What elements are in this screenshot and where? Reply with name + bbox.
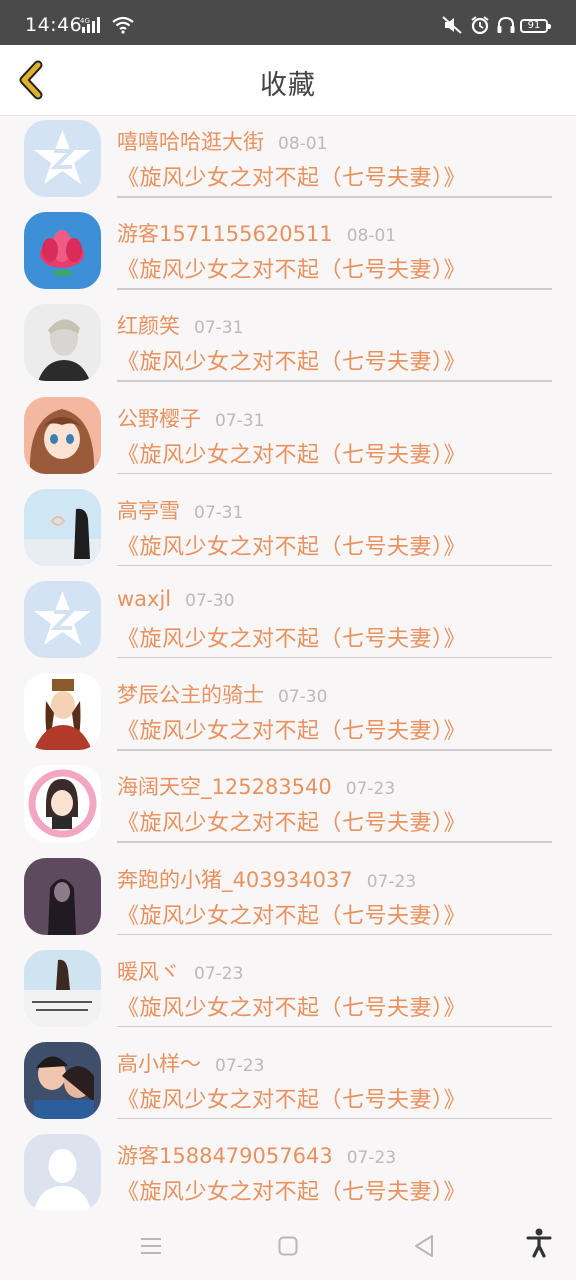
item-date: 07-31 xyxy=(215,410,265,431)
avatar-qq-default xyxy=(24,580,101,658)
book-title: 《旋风少女之对不起（七号夫妻）》 xyxy=(117,811,467,837)
divider xyxy=(117,933,552,935)
list-item[interactable]: 高亭雪 07-31 《旋风少女之对不起（七号夫妻）》 xyxy=(0,485,576,577)
user-name: 公野樱子 07-31 xyxy=(117,406,265,431)
item-date: 07-23 xyxy=(346,1148,397,1169)
list-item[interactable]: 奔跑的小猪_403934037 07-23 《旋风少女之对不起（七号夫妻）》 xyxy=(0,854,576,946)
divider xyxy=(117,1117,552,1120)
item-date: 07-23 xyxy=(366,871,417,892)
item-date: 08-01 xyxy=(278,134,328,154)
list-item[interactable]: 海阔天空_125283540 07-23 《旋风少女之对不起（七号夫妻）》 xyxy=(0,761,576,853)
list-item[interactable]: 游客1588479057643 07-23 《旋风少女之对不起（七号夫妻）》 xyxy=(0,1130,576,1222)
item-date: 07-30 xyxy=(185,590,235,611)
avatar-lotus xyxy=(24,212,101,290)
item-date: 08-01 xyxy=(346,226,397,247)
user-name: 游客1571155620511 08-01 xyxy=(117,222,397,247)
system-nav-bar xyxy=(0,1210,576,1280)
list-item[interactable]: 嘻嘻哈哈逛大街 08-01 《旋风少女之对不起（七号夫妻）》 xyxy=(0,116,576,208)
page-title: 收藏 xyxy=(260,70,316,101)
avatar-anime-girl xyxy=(24,396,101,474)
book-title: 《旋风少女之对不起（七号夫妻）》 xyxy=(117,166,467,191)
book-title: 《旋风少女之对不起（七号夫妻）》 xyxy=(117,1180,467,1206)
item-date: 07-23 xyxy=(215,1055,265,1076)
list-item[interactable]: 暖风ヾ 07-23 《旋风少女之对不起（七号夫妻）》 xyxy=(0,946,576,1038)
headset-icon xyxy=(496,16,516,38)
book-title: 《旋风少女之对不起（七号夫妻）》 xyxy=(117,1087,467,1113)
book-title: 《旋风少女之对不起（七号夫妻）》 xyxy=(117,719,467,745)
user-name: 奔跑的小猪_403934037 07-23 xyxy=(117,867,417,892)
divider xyxy=(117,564,552,567)
status-time: 14:46 xyxy=(25,14,83,36)
back-triangle-icon[interactable] xyxy=(413,1234,435,1262)
avatar-cartoon-girl-pink xyxy=(24,765,101,843)
divider xyxy=(117,288,552,290)
svg-text:4G: 4G xyxy=(80,17,90,25)
book-title: 《旋风少女之对不起（七号夫妻）》 xyxy=(117,534,467,560)
book-title: 《旋风少女之对不起（七号夫妻）》 xyxy=(117,626,467,652)
accessibility-icon[interactable] xyxy=(525,1228,553,1262)
book-title: 《旋风少女之对不起（七号夫妻）》 xyxy=(117,350,467,376)
divider xyxy=(117,656,552,659)
battery-icon: 91 xyxy=(520,19,551,33)
avatar-default-person xyxy=(24,1134,101,1212)
alarm-icon xyxy=(469,15,491,39)
item-date: 07-31 xyxy=(194,502,244,523)
user-name: 梦辰公主的骑士 07-30 xyxy=(117,683,328,708)
divider xyxy=(117,380,552,382)
signal-icon: 4G xyxy=(80,16,106,38)
user-name: 海阔天空_125283540 07-23 xyxy=(117,775,396,800)
user-name: 红颜笑 07-31 xyxy=(117,314,244,339)
item-date: 07-23 xyxy=(345,779,396,800)
item-date: 07-30 xyxy=(278,687,328,708)
menu-icon[interactable] xyxy=(140,1236,162,1260)
book-title: 《旋风少女之对不起（七号夫妻）》 xyxy=(117,442,467,468)
avatar-photo-girl-sky xyxy=(24,488,101,566)
mute-icon xyxy=(441,15,463,39)
wifi-icon xyxy=(111,16,135,38)
item-date: 07-23 xyxy=(194,963,244,984)
list-item[interactable]: 公野樱子 07-31 《旋风少女之对不起（七号夫妻）》 xyxy=(0,393,576,485)
list-item[interactable]: 高小样～ 07-23 《旋风少女之对不起（七号夫妻）》 xyxy=(0,1038,576,1130)
user-name: 高亭雪 07-31 xyxy=(117,498,244,523)
favorites-list: 嘻嘻哈哈逛大街 08-01 《旋风少女之对不起（七号夫妻）》 游客15711556… xyxy=(0,116,576,1222)
user-name: 高小样～ 07-23 xyxy=(117,1051,265,1076)
avatar-photo-text xyxy=(24,949,101,1027)
divider xyxy=(117,749,552,751)
list-item[interactable]: 红颜笑 07-31 《旋风少女之对不起（七号夫妻）》 xyxy=(0,300,576,392)
avatar-photo-dark xyxy=(24,857,101,935)
divider xyxy=(117,1025,552,1028)
user-name: 嘻嘻哈哈逛大街 08-01 xyxy=(117,130,328,154)
list-item[interactable]: 梦辰公主的骑士 07-30 《旋风少女之对不起（七号夫妻）》 xyxy=(0,669,576,761)
user-name: 游客1588479057643 07-23 xyxy=(117,1144,397,1169)
book-title: 《旋风少女之对不起（七号夫妻）》 xyxy=(117,903,467,929)
list-item[interactable]: waxjl 07-30 《旋风少女之对不起（七号夫妻）》 xyxy=(0,577,576,669)
divider xyxy=(117,841,552,843)
status-bar: 14:46 4G 91 xyxy=(0,0,576,45)
divider xyxy=(117,472,552,475)
divider xyxy=(117,196,552,198)
user-name: waxjl 07-30 xyxy=(117,586,235,611)
nav-bar: 收藏 xyxy=(0,45,576,116)
avatar-photo-couple xyxy=(24,1041,101,1119)
home-icon[interactable] xyxy=(278,1236,298,1260)
book-title: 《旋风少女之对不起（七号夫妻）》 xyxy=(117,995,467,1021)
avatar-photo-man xyxy=(24,304,101,382)
list-item[interactable]: 游客1571155620511 08-01 《旋风少女之对不起（七号夫妻）》 xyxy=(0,208,576,300)
book-title: 《旋风少女之对不起（七号夫妻）》 xyxy=(117,258,467,284)
item-date: 07-31 xyxy=(194,318,244,339)
avatar-drawing-knight xyxy=(24,673,101,751)
user-name: 暖风ヾ 07-23 xyxy=(117,959,244,984)
avatar-qq-default xyxy=(24,120,101,197)
